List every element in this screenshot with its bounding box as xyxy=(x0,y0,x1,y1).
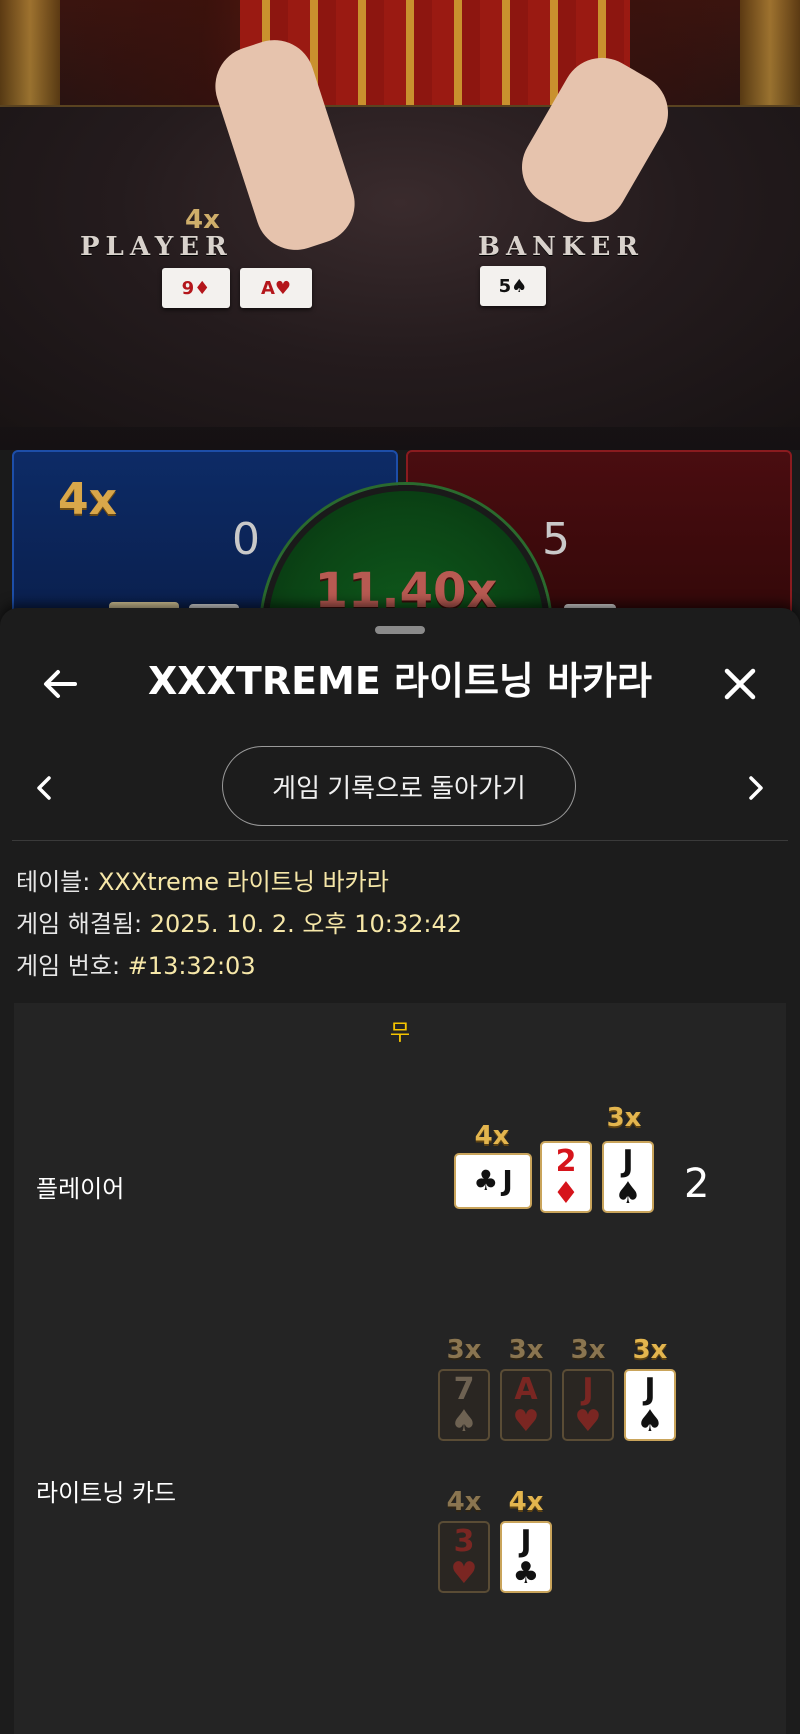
banker-panel-score: 5 xyxy=(542,514,570,565)
lightning-card: J ♣ xyxy=(500,1521,552,1593)
video-banker-card: 5♠ xyxy=(480,266,546,306)
lightning-card: 3 ♥ xyxy=(438,1521,490,1593)
previous-game-chevron-icon[interactable] xyxy=(22,766,66,810)
card-multiplier: 3x xyxy=(632,1335,668,1365)
game-number-info: 게임 번호: #13:32:03 xyxy=(16,946,256,981)
resolved-info-value: 2025. 10. 2. 오후 10:32:42 xyxy=(149,910,463,938)
card-multiplier: 3x xyxy=(446,1335,482,1365)
live-video: 4x PLAYER BANKER 9♦ A♥ 5♠ xyxy=(0,0,800,450)
drag-handle[interactable] xyxy=(375,626,425,634)
player-card: ♣ J xyxy=(454,1153,532,1209)
card-multiplier: 3x xyxy=(570,1335,606,1365)
video-banker-label: BANKER xyxy=(478,232,644,262)
table-info: 테이블: XXXtreme 라이트닝 바카라 xyxy=(16,862,389,897)
close-icon[interactable] xyxy=(710,654,770,714)
decor-pillar xyxy=(0,0,60,120)
lightning-card: A ♥ xyxy=(500,1369,552,1441)
baccarat-table xyxy=(0,105,800,427)
table-info-label: 테이블: xyxy=(16,868,91,896)
player-panel-score: 0 xyxy=(232,514,260,565)
game-result-panel: 무 플레이어 4x ♣ J 2 ♦ 3x J ♠ 2 라이트닝 카드 3x 7 ♠ 3x… xyxy=(14,1003,786,1734)
video-player-multiplier: 4x xyxy=(185,205,220,235)
resolved-info-label: 게임 해결됨: xyxy=(16,910,143,938)
back-arrow-icon[interactable] xyxy=(30,654,90,714)
outcome-label: 무 xyxy=(389,1021,411,1046)
lightning-row-label: 라이트닝 카드 xyxy=(36,1479,177,1507)
card-multiplier: 3x xyxy=(508,1335,544,1365)
lightning-card: J ♥ xyxy=(562,1369,614,1441)
card-multiplier: 4x xyxy=(446,1487,482,1517)
game-number-value: #13:32:03 xyxy=(127,952,256,980)
card-multiplier: 3x xyxy=(606,1103,642,1133)
decor-pillar xyxy=(740,0,800,120)
divider xyxy=(12,840,788,841)
video-player-card: A♥ xyxy=(240,268,312,308)
player-row-label: 플레이어 xyxy=(36,1175,125,1203)
card-multiplier: 4x xyxy=(474,1121,510,1151)
game-detail-sheet: XXXTREME 라이트닝 바카라 게임 기록으로 돌아가기 테이블: XXXt… xyxy=(0,608,800,1734)
player-hand-score: 2 xyxy=(684,1161,710,1207)
back-to-history-button[interactable]: 게임 기록으로 돌아가기 xyxy=(222,746,576,826)
lightning-card: J ♠ xyxy=(624,1369,676,1441)
video-player-label: PLAYER xyxy=(80,232,233,262)
video-player-card: 9♦ xyxy=(162,268,230,308)
card-multiplier: 4x xyxy=(508,1487,544,1517)
player-panel-multiplier: 4x xyxy=(58,474,117,525)
player-card: 2 ♦ xyxy=(540,1141,592,1213)
game-number-label: 게임 번호: xyxy=(16,952,121,980)
player-card: J ♠ xyxy=(602,1141,654,1213)
sheet-title: XXXTREME 라이트닝 바카라 xyxy=(148,659,652,703)
lightning-card: 7 ♠ xyxy=(438,1369,490,1441)
next-game-chevron-icon[interactable] xyxy=(734,766,778,810)
resolved-info: 게임 해결됨: 2025. 10. 2. 오후 10:32:42 xyxy=(16,904,462,939)
table-info-value: XXXtreme 라이트닝 바카라 xyxy=(97,868,389,896)
